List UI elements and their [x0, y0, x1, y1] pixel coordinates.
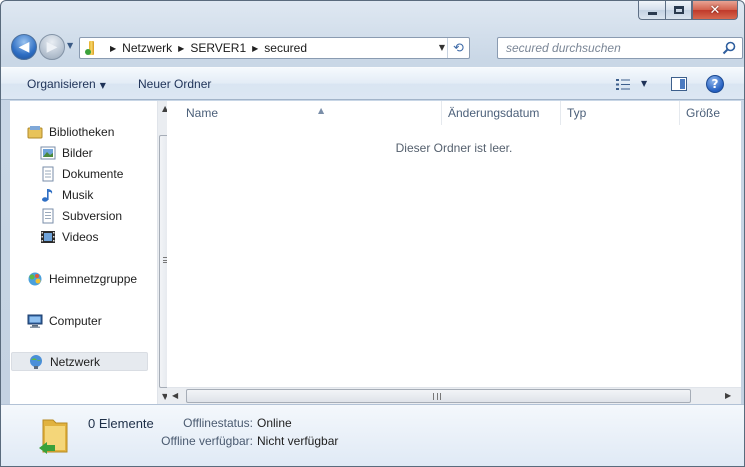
breadcrumb-separator-icon[interactable]: ▶ — [252, 44, 258, 53]
offline-status-label: Offlinestatus: — [183, 416, 253, 430]
view-options-icon[interactable] — [616, 79, 630, 90]
sidebar-item-label: Subversion — [62, 208, 123, 223]
item-count: 0 Elemente — [88, 416, 154, 431]
refresh-icon: ⟲ — [453, 40, 464, 56]
sidebar-item-label: Heimnetzgruppe — [49, 271, 138, 286]
sidebar-item-label: Computer — [49, 313, 102, 328]
sidebar-item-label: Netzwerk — [50, 354, 101, 369]
column-header-date[interactable]: Änderungsdatum — [442, 101, 561, 125]
sidebar-item-musik[interactable]: Musik — [40, 185, 93, 204]
help-icon[interactable]: ? — [706, 75, 724, 93]
search-input[interactable] — [506, 41, 716, 55]
column-header-label: Typ — [567, 106, 587, 120]
file-list-horizontal-scrollbar[interactable]: ◀ ▶ — [167, 387, 741, 404]
videos-icon — [41, 230, 55, 243]
sidebar-item-computer[interactable]: Computer — [27, 311, 102, 330]
sidebar-item-label: Bibliotheken — [49, 124, 115, 139]
forward-button[interactable]: ▶ — [39, 34, 65, 60]
scroll-right-arrow-icon[interactable]: ▶ — [725, 391, 731, 400]
sidebar-item-label: Musik — [62, 187, 94, 202]
preview-pane-icon[interactable] — [671, 77, 687, 91]
documents-icon — [42, 166, 54, 181]
column-header-type[interactable]: Typ — [561, 101, 680, 125]
sidebar-item-label: Videos — [62, 229, 99, 244]
breadcrumb-item[interactable]: Netzwerk — [122, 41, 172, 55]
sidebar-item-bilder[interactable]: Bilder — [40, 143, 93, 162]
column-header-size[interactable]: Größe — [680, 101, 741, 125]
view-options-dropdown[interactable]: ▼ — [641, 79, 647, 88]
address-bar[interactable]: ▶ Netzwerk ▶ SERVER1 ▶ secured ▼ ⟲ — [79, 37, 470, 59]
back-button[interactable]: ◀ — [11, 34, 37, 60]
breadcrumb-separator-icon[interactable]: ▶ — [110, 44, 116, 53]
subversion-icon — [42, 208, 54, 223]
sidebar-item-heimnetzgruppe[interactable]: Heimnetzgruppe — [27, 269, 137, 288]
breadcrumb-item[interactable]: secured — [264, 41, 307, 55]
scrollbar-thumb[interactable] — [186, 389, 691, 403]
offline-available-label: Offline verfügbar: — [161, 434, 253, 448]
recent-pages-button[interactable]: ▼ — [67, 41, 77, 50]
minimize-button[interactable] — [638, 1, 665, 20]
offline-available-value: Nicht verfügbar — [257, 434, 339, 448]
column-header-label: Größe — [686, 106, 721, 120]
search-box[interactable] — [497, 37, 743, 59]
sidebar-item-subversion[interactable]: Subversion — [40, 206, 122, 225]
homegroup-icon — [28, 272, 42, 285]
sidebar-item-label: Dokumente — [62, 166, 124, 181]
navigation-pane: Bibliotheken Bilder Dokumente Musik Subv… — [10, 101, 174, 404]
maximize-icon — [673, 6, 684, 14]
sort-ascending-icon: ▲ — [318, 106, 325, 115]
maximize-button[interactable] — [665, 1, 692, 20]
close-icon: ✕ — [709, 2, 721, 18]
column-header-label: Änderungsdatum — [448, 106, 540, 120]
details-pane: 0 Elemente Offlinestatus: Online Offline… — [1, 404, 744, 466]
libraries-icon — [27, 125, 43, 138]
music-icon — [42, 188, 53, 202]
new-folder-button[interactable]: Neuer Ordner — [138, 77, 211, 91]
arrow-left-icon: ◀ — [18, 39, 30, 55]
search-icon[interactable] — [722, 41, 736, 55]
network-share-icon — [84, 40, 98, 56]
explorer-window: ✕ ◀ ▶ ▼ ▶ Netzwerk ▶ SERVER1 ▶ secured ▼… — [0, 0, 745, 467]
computer-icon — [27, 314, 43, 328]
scroll-left-arrow-icon[interactable]: ◀ — [172, 391, 178, 400]
navigation-bar: ◀ ▶ ▼ ▶ Netzwerk ▶ SERVER1 ▶ secured ▼ ⟲ — [9, 31, 743, 63]
organize-button[interactable]: Organisieren ▼ — [27, 77, 106, 91]
organize-label: Organisieren — [27, 77, 96, 91]
sidebar-item-label: Bilder — [62, 145, 93, 160]
empty-folder-message: Dieser Ordner ist leer. — [395, 141, 513, 155]
chevron-down-icon: ▼ — [99, 81, 106, 90]
breadcrumb-item[interactable]: SERVER1 — [190, 41, 246, 55]
close-button[interactable]: ✕ — [692, 1, 738, 20]
sidebar-item-videos[interactable]: Videos — [40, 227, 98, 246]
column-header-name[interactable]: ▲ Name — [180, 101, 442, 125]
grip-icon — [433, 393, 441, 400]
offline-folder-icon — [39, 419, 68, 454]
address-history-dropdown[interactable]: ▼ — [439, 43, 445, 52]
arrow-right-icon: ▶ — [46, 39, 58, 55]
sidebar-item-dokumente[interactable]: Dokumente — [40, 164, 123, 183]
pictures-icon — [40, 146, 56, 159]
file-list-pane[interactable]: ▲ Name Änderungsdatum Typ Größe Dieser O… — [167, 101, 741, 404]
command-bar: Organisieren ▼ Neuer Ordner ▼ ? — [1, 67, 744, 100]
offline-status-value: Online — [257, 416, 292, 430]
refresh-button[interactable]: ⟲ — [447, 38, 469, 58]
caption-buttons: ✕ — [638, 1, 738, 21]
new-folder-label: Neuer Ordner — [138, 77, 212, 91]
minimize-icon — [647, 11, 657, 15]
network-icon — [30, 354, 42, 369]
sidebar-item-netzwerk[interactable]: Netzwerk — [11, 352, 148, 371]
column-header-label: Name — [186, 106, 219, 120]
breadcrumb-separator-icon[interactable]: ▶ — [178, 44, 184, 53]
sidebar-item-bibliotheken[interactable]: Bibliotheken — [27, 122, 114, 141]
